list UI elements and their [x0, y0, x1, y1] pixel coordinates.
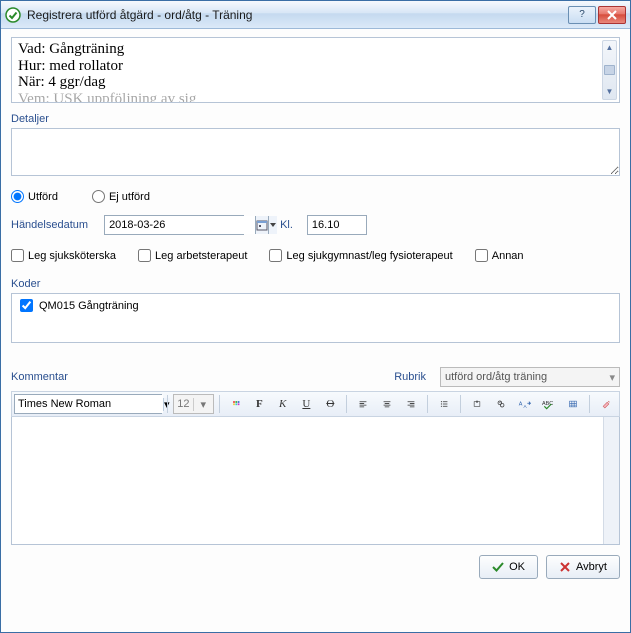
kl-input[interactable]	[307, 215, 367, 235]
close-button[interactable]	[598, 6, 626, 24]
find-button[interactable]	[490, 394, 512, 414]
app-icon	[5, 7, 21, 23]
annan-label: Annan	[492, 250, 524, 262]
ok-button[interactable]: OK	[479, 555, 538, 579]
dialog-body: Vad: Gångträning Hur: med rollator När: …	[1, 29, 630, 632]
status-radio-group: Utförd Ej utförd	[11, 190, 620, 203]
profession-checks: Leg sjuksköterska Leg arbetsterapeut Leg…	[11, 249, 620, 262]
utford-radio-label: Utförd	[28, 191, 58, 203]
leg-sjukg-checkbox[interactable]	[269, 249, 282, 262]
svg-text:A: A	[524, 404, 528, 409]
detaljer-label: Detaljer	[11, 113, 620, 125]
check-icon	[492, 561, 504, 573]
annan-checkbox[interactable]	[475, 249, 488, 262]
clear-button[interactable]	[595, 394, 617, 414]
editor-scrollbar[interactable]	[603, 417, 619, 544]
order-summary-box: Vad: Gångträning Hur: med rollator När: …	[11, 37, 620, 103]
rubrik-select[interactable]: utförd ord/åtg träning ▾	[440, 367, 620, 387]
leg-sjukg-check[interactable]: Leg sjukgymnast/leg fysioterapeut	[269, 249, 452, 262]
spellcheck-button[interactable]: ABC	[538, 394, 560, 414]
koder-list[interactable]: QM015 Gångträning	[11, 293, 620, 343]
date-row: Händelsedatum Kl.	[11, 215, 620, 235]
align-left-button[interactable]	[352, 394, 374, 414]
ej-utford-radio-input[interactable]	[92, 190, 105, 203]
utford-radio[interactable]: Utförd	[11, 190, 58, 203]
table-button[interactable]	[562, 394, 584, 414]
handelsedatum-input[interactable]	[105, 216, 255, 234]
font-size-select[interactable]: 12 ▾	[173, 394, 214, 414]
color-picker-button[interactable]	[225, 394, 247, 414]
order-scrollbar[interactable]: ▲ ▼	[602, 40, 617, 100]
avbryt-button[interactable]: Avbryt	[546, 555, 620, 579]
scroll-up-icon[interactable]: ▲	[603, 41, 616, 55]
font-family-select[interactable]: T ▾	[14, 394, 162, 414]
window-buttons: ?	[568, 6, 626, 24]
avbryt-button-label: Avbryt	[576, 561, 607, 573]
editor-toolbar: T ▾ 12 ▾ F K U O	[11, 391, 620, 417]
titlebar: Registrera utförd åtgärd - ord/åtg - Trä…	[1, 1, 630, 29]
detaljer-input[interactable]	[11, 128, 620, 176]
scroll-down-icon[interactable]: ▼	[603, 85, 616, 99]
order-line: Vem: USK uppföljning av sig	[18, 91, 613, 104]
align-right-button[interactable]	[400, 394, 422, 414]
utford-radio-input[interactable]	[11, 190, 24, 203]
handelsedatum-picker[interactable]	[104, 215, 244, 235]
leg-sjukg-label: Leg sjukgymnast/leg fysioterapeut	[286, 250, 452, 262]
order-line: Vad: Gångträning	[18, 41, 613, 58]
strike-button[interactable]: O	[319, 394, 341, 414]
koder-item[interactable]: QM015 Gångträning	[16, 296, 615, 315]
handelsedatum-label: Händelsedatum	[11, 219, 88, 231]
leg-ssk-label: Leg sjuksköterska	[28, 250, 116, 262]
leg-arb-check[interactable]: Leg arbetsterapeut	[138, 249, 247, 262]
order-line: När: 4 ggr/dag	[18, 74, 613, 91]
date-dropdown-icon[interactable]	[268, 216, 277, 234]
ej-utford-radio[interactable]: Ej utförd	[92, 190, 150, 203]
koder-item-checkbox[interactable]	[20, 299, 33, 312]
rubrik-label: Rubrik	[394, 371, 426, 383]
koder-item-label: QM015 Gångträning	[39, 300, 139, 312]
insert-button[interactable]	[466, 394, 488, 414]
scroll-thumb[interactable]	[604, 65, 615, 75]
order-line: Hur: med rollator	[18, 58, 613, 75]
bold-button[interactable]: F	[249, 394, 270, 414]
ok-button-label: OK	[509, 561, 525, 573]
koder-label: Koder	[11, 278, 620, 290]
kommentar-editor[interactable]	[11, 417, 620, 545]
leg-arb-label: Leg arbetsterapeut	[155, 250, 247, 262]
svg-text:A: A	[519, 402, 523, 408]
kl-label: Kl.	[280, 219, 293, 231]
leg-ssk-check[interactable]: Leg sjuksköterska	[11, 249, 116, 262]
phrase-button[interactable]: AA	[514, 394, 536, 414]
bullet-list-button[interactable]	[433, 394, 455, 414]
font-family-input[interactable]	[15, 395, 163, 413]
cancel-icon	[559, 561, 571, 573]
svg-text:ABC: ABC	[542, 401, 553, 407]
rubrik-value: utförd ord/åtg träning	[445, 371, 547, 383]
italic-button[interactable]: K	[272, 394, 293, 414]
ej-utford-radio-label: Ej utförd	[109, 191, 150, 203]
leg-ssk-checkbox[interactable]	[11, 249, 24, 262]
window-title: Registrera utförd åtgärd - ord/åtg - Trä…	[27, 8, 568, 22]
leg-arb-checkbox[interactable]	[138, 249, 151, 262]
calendar-icon[interactable]	[255, 216, 268, 234]
font-size-value: 12	[174, 398, 193, 410]
chevron-down-icon: ▾	[193, 398, 213, 411]
align-center-button[interactable]	[376, 394, 398, 414]
dialog-window: Registrera utförd åtgärd - ord/åtg - Trä…	[0, 0, 631, 633]
chevron-down-icon: ▾	[609, 371, 615, 384]
dialog-footer: OK Avbryt	[11, 555, 620, 579]
annan-check[interactable]: Annan	[475, 249, 524, 262]
help-button[interactable]: ?	[568, 6, 596, 24]
kommentar-rubrik-row: Kommentar Rubrik utförd ord/åtg träning …	[11, 367, 620, 387]
kommentar-label: Kommentar	[11, 371, 68, 383]
underline-button[interactable]: U	[295, 394, 317, 414]
